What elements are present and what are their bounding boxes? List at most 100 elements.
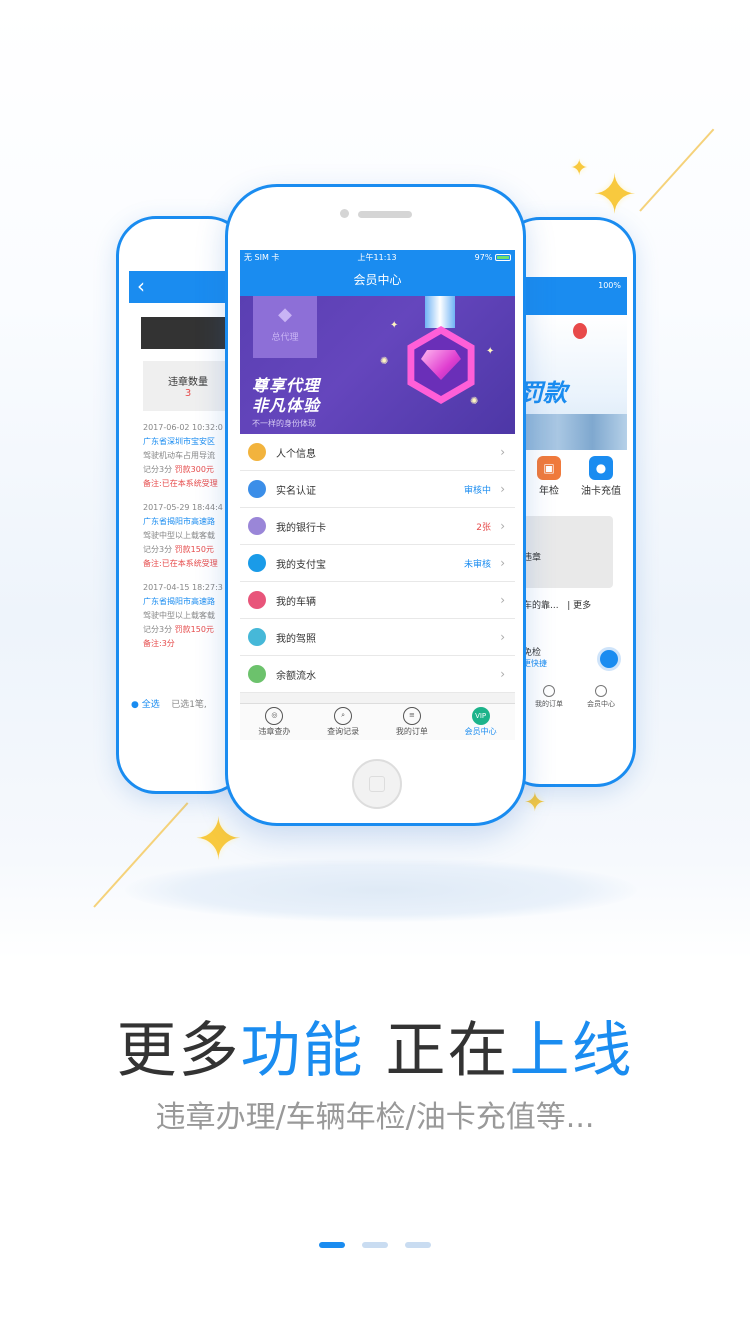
record-points: 记分3分 bbox=[143, 465, 173, 474]
violation-count-box: 违章数量 3 bbox=[143, 361, 233, 411]
menu-label: 我的驾照 bbox=[276, 633, 316, 645]
city-skyline bbox=[523, 414, 627, 450]
license-icon bbox=[248, 628, 266, 646]
badge-icon bbox=[597, 647, 621, 671]
carrier-label: 无 SIM 卡 bbox=[244, 253, 280, 262]
menu-value: 未审核 bbox=[463, 559, 491, 570]
sparkle-icon: ✦ bbox=[592, 163, 638, 226]
page-dot[interactable] bbox=[362, 1242, 388, 1248]
bank-card-icon bbox=[248, 517, 266, 535]
annual-check-label: 年检 bbox=[539, 486, 559, 497]
menu-item-verification[interactable]: 实名认证 审核中 › bbox=[240, 471, 515, 508]
tab-my-orders[interactable]: ≡ 我的订单 bbox=[378, 704, 447, 740]
menu-label: 我的车辆 bbox=[276, 596, 316, 608]
battery-percent: 97% bbox=[474, 253, 493, 262]
selection-footer: ● 全选 已选1笔, bbox=[131, 697, 207, 710]
annual-check-button[interactable]: ▣ 年检 bbox=[523, 450, 575, 508]
tab-my-orders[interactable]: 我的订单 bbox=[523, 685, 575, 709]
diamond-icon: ◆ bbox=[278, 304, 292, 325]
news-text: 车的靠... bbox=[523, 601, 559, 611]
menu-item-profile[interactable]: 人个信息 › bbox=[240, 434, 515, 471]
menu-item-vehicle[interactable]: 我的车辆 › bbox=[240, 582, 515, 619]
tab-member-center[interactable]: VIP 会员中心 bbox=[446, 704, 515, 740]
page-dot[interactable] bbox=[319, 1242, 345, 1248]
sparkle-icon: ✦ bbox=[390, 320, 399, 331]
quick-actions: ▣ 年检 ● 油卡充值 bbox=[523, 450, 627, 508]
fuel-card-label: 油卡充值 bbox=[581, 486, 621, 497]
violation-count-value: 3 bbox=[184, 388, 192, 399]
phone-screen: 无 SIM 卡 上午11:13 97% 会员中心 ◆ 总代理 尊享代理 非凡体验… bbox=[240, 250, 515, 740]
tab-member-center[interactable]: 会员中心 bbox=[575, 685, 627, 709]
record-points: 记分3分 bbox=[143, 625, 173, 634]
menu-label: 人个信息 bbox=[276, 448, 316, 460]
center-phone-mockup: 无 SIM 卡 上午11:13 97% 会员中心 ◆ 总代理 尊享代理 非凡体验… bbox=[225, 184, 526, 826]
subheadline: 违章办理/车辆年检/油卡充值等... bbox=[155, 1100, 595, 1135]
battery-level: 100% bbox=[598, 281, 621, 290]
menu-item-alipay[interactable]: 我的支付宝 未审核 › bbox=[240, 545, 515, 582]
banner-text: 罚款 bbox=[523, 379, 567, 407]
steering-icon: ◎ bbox=[265, 707, 284, 725]
menu-item-bank-card[interactable]: 我的银行卡 2张 › bbox=[240, 508, 515, 545]
car-icon bbox=[248, 591, 266, 609]
vip-icon bbox=[595, 685, 607, 697]
banner-title-line2: 非凡体验 bbox=[252, 396, 321, 415]
record-points: 记分3分 bbox=[143, 545, 173, 554]
tab-violation-handling[interactable]: ◎ 违章查办 bbox=[240, 704, 309, 740]
promo-banner[interactable]: 罚款 bbox=[523, 315, 627, 450]
speaker bbox=[358, 211, 412, 218]
menu-value: 2张 bbox=[476, 522, 491, 533]
chevron-right-icon: › bbox=[500, 556, 505, 570]
vip-icon: VIP bbox=[471, 707, 490, 725]
page-title: 会员中心 bbox=[240, 265, 515, 296]
record-fine: 罚款150元 bbox=[174, 545, 214, 554]
chevron-right-icon: › bbox=[500, 593, 505, 607]
agent-label: 总代理 bbox=[271, 333, 299, 343]
sparkle-icon: ✦ bbox=[486, 346, 495, 357]
exam-row[interactable]: 免检 更快捷 bbox=[523, 645, 627, 679]
phone-shadow bbox=[125, 858, 637, 922]
record-fine: 罚款150元 bbox=[174, 625, 214, 634]
home-button[interactable] bbox=[352, 759, 402, 809]
headline-part4: 上线 bbox=[509, 1016, 634, 1086]
banner-title-line1: 尊享代理 bbox=[252, 376, 321, 395]
order-icon: ≡ bbox=[402, 707, 421, 725]
banner-title: 尊享代理 非凡体验 bbox=[252, 376, 320, 416]
news-row[interactable]: 车的靠... | 更多 bbox=[523, 588, 627, 611]
tab-bar: 我的订单 会员中心 bbox=[523, 685, 627, 709]
menu-item-license[interactable]: 我的驾照 › bbox=[240, 619, 515, 656]
clock: 上午11:13 bbox=[357, 253, 397, 262]
info-card[interactable]: 违章 bbox=[523, 516, 613, 588]
violation-count-label: 违章数量 bbox=[168, 377, 208, 388]
tab-query-history[interactable]: ⌕ 查询记录 bbox=[309, 704, 378, 740]
money-bag-icon bbox=[248, 665, 266, 683]
headline-part2: 功能 bbox=[240, 1016, 365, 1086]
chevron-right-icon: › bbox=[500, 630, 505, 644]
menu-label: 余额流水 bbox=[276, 670, 316, 682]
fuel-card-button[interactable]: ● 油卡充值 bbox=[575, 450, 627, 508]
battery-icon bbox=[494, 254, 511, 261]
menu-label: 实名认证 bbox=[276, 485, 316, 497]
select-all-label[interactable]: 全选 bbox=[142, 700, 160, 710]
menu-list: 人个信息 › 实名认证 审核中 › 我的银行卡 2张 › 我的支付宝 未审核 › 我的车辆 › … bbox=[240, 434, 515, 693]
tab-label: 会员中心 bbox=[464, 727, 497, 736]
record-fine: 罚款300元 bbox=[174, 465, 214, 474]
page-dot[interactable] bbox=[405, 1242, 431, 1248]
menu-item-balance[interactable]: 余额流水 › bbox=[240, 656, 515, 693]
sparkle-icon: ✦ bbox=[570, 156, 589, 181]
tab-label: 会员中心 bbox=[587, 700, 615, 708]
tab-label: 我的订单 bbox=[395, 727, 428, 736]
headline: 更多功能 正在上线 bbox=[0, 1002, 750, 1089]
tab-label: 我的订单 bbox=[535, 700, 563, 708]
chevron-right-icon: › bbox=[500, 519, 505, 533]
vip-banner[interactable]: ◆ 总代理 尊享代理 非凡体验 不一样的身份体现 ✦ ✦ ✺ ✺ bbox=[240, 296, 515, 434]
banner-subtitle: 不一样的身份体现 bbox=[252, 419, 316, 428]
sparkle-icon: ✦ bbox=[524, 788, 546, 818]
nav-bar bbox=[523, 295, 627, 315]
page-indicator bbox=[319, 1242, 448, 1248]
check-icon[interactable]: ● bbox=[131, 700, 139, 710]
more-link[interactable]: | 更多 bbox=[567, 601, 591, 611]
tab-label: 查询记录 bbox=[327, 727, 360, 736]
search-icon: ⌕ bbox=[334, 707, 353, 725]
chevron-right-icon: › bbox=[500, 445, 505, 459]
medal-ribbon bbox=[425, 296, 455, 328]
